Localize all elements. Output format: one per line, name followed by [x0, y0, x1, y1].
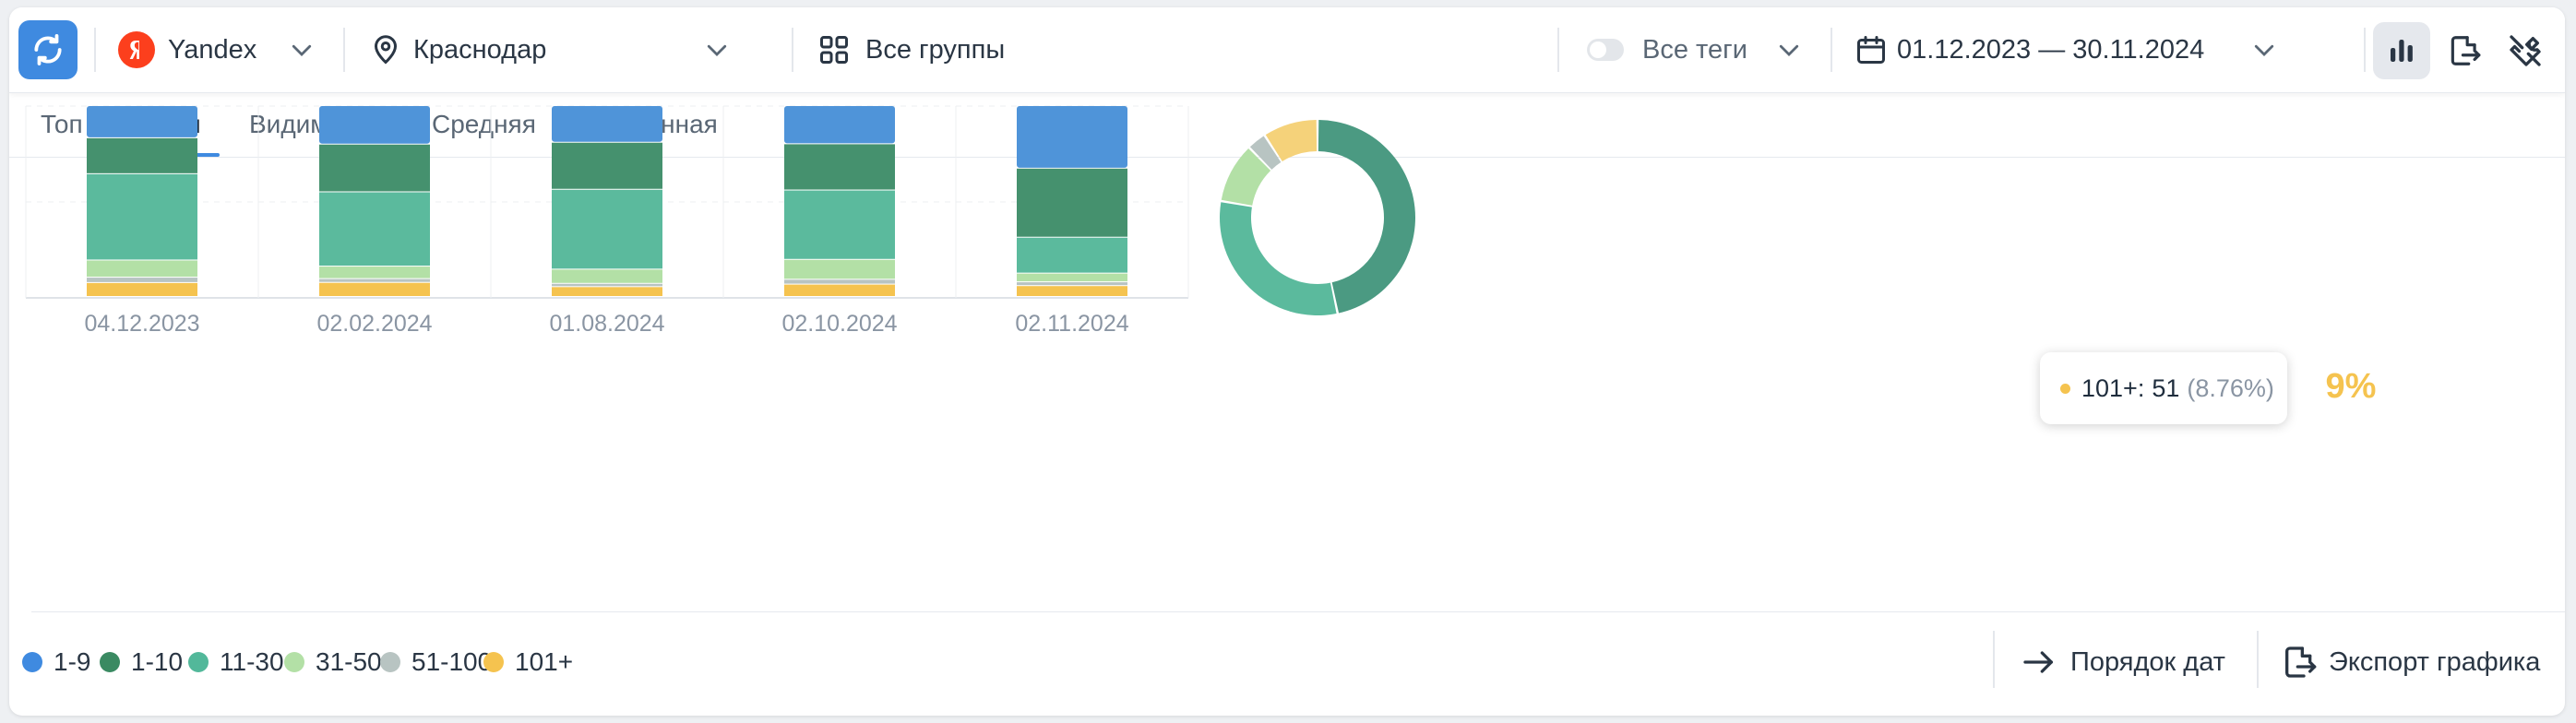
bar-segment-1-9: [319, 106, 430, 144]
bar-segment-51-100: [319, 279, 430, 282]
bar-segment-1-10: [87, 137, 197, 173]
bar-segment-1-9: [552, 106, 662, 142]
x-tick-label: 02.11.2024: [1015, 311, 1129, 337]
bar-segment-1-9: [87, 106, 197, 137]
legend-dot: [22, 652, 42, 672]
legend-item[interactable]: 1-9: [22, 644, 90, 681]
bar-segment-11-30: [319, 192, 430, 267]
bar-segment-51-100: [1017, 282, 1127, 286]
date-order-label: Порядок дат: [2070, 646, 2225, 677]
legend-divider: [31, 611, 2565, 612]
chart-card: Yandex Краснодар Все группы Все теги 01.…: [9, 7, 2565, 716]
x-tick-label: 04.12.2023: [84, 311, 200, 337]
x-tick-label: 02.02.2024: [316, 311, 433, 337]
legend-label: 11-30: [220, 647, 284, 676]
legend-dot: [380, 652, 400, 672]
bar-segment-31-50: [784, 259, 895, 279]
bar-segment-11-30: [1017, 237, 1127, 273]
bar-segment-51-100: [87, 278, 197, 282]
bar-segment-31-50: [1017, 273, 1127, 282]
bar-segment-101+: [784, 284, 895, 296]
legend-item[interactable]: 101+: [483, 644, 573, 681]
arrow-right-icon: [2023, 651, 2053, 673]
legend-dot: [100, 652, 120, 672]
date-order-button[interactable]: Порядок дат: [2021, 636, 2225, 688]
x-tick-label: 01.08.2024: [549, 311, 665, 337]
legend-label: 51-100: [411, 647, 493, 676]
bar-segment-11-30: [87, 173, 197, 260]
bar-segment-101+: [319, 282, 430, 296]
x-tick-label: 02.10.2024: [781, 311, 898, 337]
bar-segment-31-50: [319, 267, 430, 279]
bar-segment-1-9: [784, 106, 895, 144]
legend-dot: [483, 652, 504, 672]
bar-segment-101+: [1017, 286, 1127, 296]
legend-label: 31-50: [316, 647, 382, 676]
bar-segment-11-30: [784, 190, 895, 259]
tooltip-series-label: 101+:: [2081, 373, 2145, 402]
bar-segment-1-10: [552, 142, 662, 189]
donut-slice-1-10: [1318, 120, 1416, 314]
tooltip-value: 51: [2152, 373, 2180, 402]
legend-separator: [2257, 631, 2259, 688]
bar-segment-1-10: [1017, 168, 1127, 237]
bar-segment-11-30: [552, 189, 662, 269]
legend-label: 1-9: [54, 647, 91, 676]
tooltip-percent: (8.76%): [2187, 373, 2274, 402]
legend-item[interactable]: 31-50: [284, 644, 382, 681]
bar-segment-51-100: [784, 279, 895, 284]
bar-segment-51-100: [552, 283, 662, 287]
bar-segment-1-9: [1017, 106, 1127, 168]
legend-separator: [1993, 631, 1995, 688]
legend-item[interactable]: 51-100: [380, 644, 492, 681]
export-chart-label: Экспорт графика: [2329, 646, 2541, 677]
bar-segment-1-10: [319, 144, 430, 192]
bar-segment-31-50: [87, 260, 197, 278]
donut-slice-11-30: [1220, 202, 1337, 315]
bar-segment-101+: [552, 287, 662, 296]
bar-segment-31-50: [552, 269, 662, 283]
legend-item[interactable]: 1-10: [100, 644, 183, 681]
tooltip-dot: [2060, 383, 2070, 394]
bar-segment-101+: [87, 282, 197, 296]
legend-label: 1-10: [131, 647, 184, 676]
legend-label: 101+: [515, 647, 574, 676]
legend-item[interactable]: 11-30: [188, 644, 284, 681]
legend-dot: [284, 652, 304, 672]
legend-dot: [188, 652, 209, 672]
export-chart-button[interactable]: Экспорт графика: [2281, 636, 2540, 688]
donut-tooltip: 101+: 51 (8.76%): [2040, 352, 2287, 424]
donut-center-percent: 9%: [2325, 367, 2377, 406]
bar-segment-1-10: [784, 144, 895, 190]
file-export-icon: [2285, 646, 2317, 678]
